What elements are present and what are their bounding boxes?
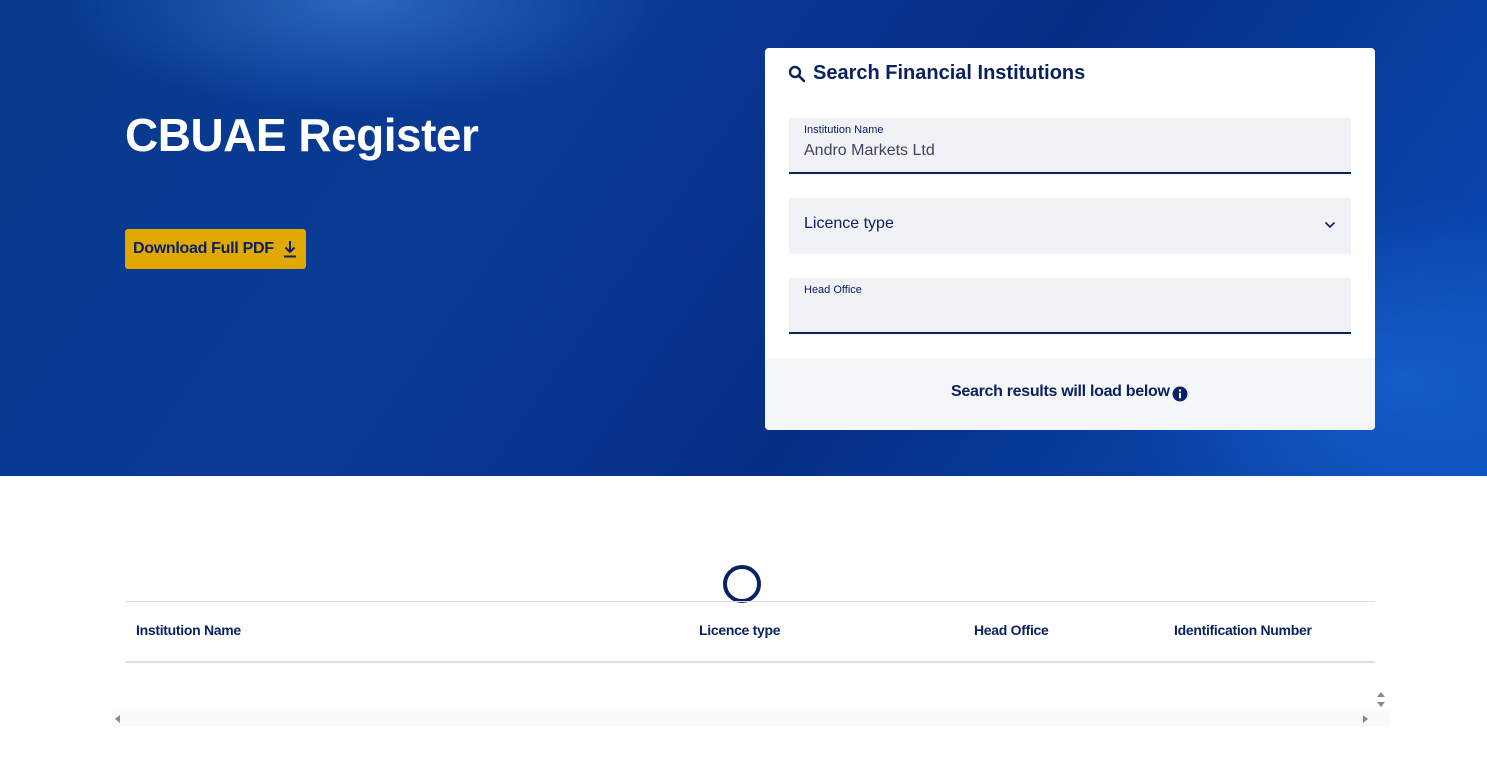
results-table-header: Institution Name Licence type Head Offic… xyxy=(125,601,1375,663)
scroll-up-arrow-icon[interactable] xyxy=(1377,692,1385,697)
search-icon xyxy=(788,65,806,82)
download-full-pdf-button[interactable]: Download Full PDF xyxy=(125,229,306,269)
chevron-down-icon xyxy=(1324,221,1336,229)
institution-name-label: Institution Name xyxy=(804,124,884,136)
scroll-down-arrow-icon[interactable] xyxy=(1377,702,1385,707)
column-header-institution-name[interactable]: Institution Name xyxy=(136,622,241,638)
search-panel-title: Search Financial Institutions xyxy=(813,62,1086,84)
head-office-label: Head Office xyxy=(804,284,862,296)
licence-type-placeholder: Licence type xyxy=(804,215,894,232)
head-office-input[interactable] xyxy=(804,300,1324,322)
institution-name-field[interactable]: Institution Name xyxy=(789,118,1351,174)
page-title: CBUAE Register xyxy=(125,109,479,161)
download-button-label: Download Full PDF xyxy=(133,240,274,257)
search-info-bar: Search results will load below xyxy=(765,358,1375,430)
institution-name-input[interactable] xyxy=(804,140,1324,162)
search-panel-header: Search Financial Institutions xyxy=(788,62,1085,85)
column-header-identification-number[interactable]: Identification Number xyxy=(1174,622,1312,638)
head-office-field[interactable]: Head Office xyxy=(789,278,1351,334)
download-icon xyxy=(284,241,296,258)
horizontal-scrollbar[interactable] xyxy=(112,711,1389,727)
search-info-message: Search results will load below xyxy=(951,383,1170,400)
vertical-scrollbar[interactable] xyxy=(1377,690,1387,710)
scroll-right-arrow-icon[interactable] xyxy=(1363,715,1368,723)
column-header-head-office[interactable]: Head Office xyxy=(974,622,1049,638)
loading-spinner xyxy=(723,565,761,603)
info-icon xyxy=(1172,386,1188,402)
search-panel: Search Financial Institutions Institutio… xyxy=(765,48,1375,430)
column-header-licence-type[interactable]: Licence type xyxy=(699,622,781,638)
hero-banner: CBUAE Register Download Full PDF Search … xyxy=(0,0,1487,476)
scroll-left-arrow-icon[interactable] xyxy=(115,715,120,723)
licence-type-select[interactable]: Licence type xyxy=(789,198,1351,254)
